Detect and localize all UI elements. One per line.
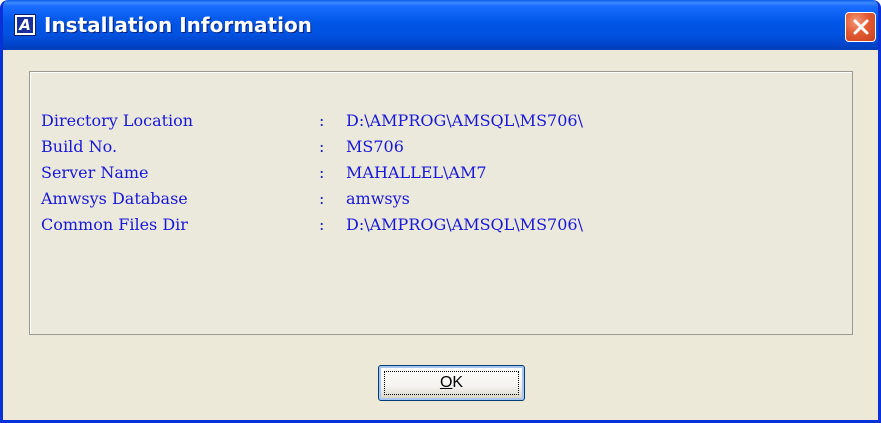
info-row-directory-location: Directory Location : D:\AMPROG\AMSQL\MS7…: [41, 109, 583, 133]
info-separator: :: [319, 111, 325, 130]
close-button[interactable]: [845, 12, 876, 42]
info-value: MS706: [346, 137, 404, 156]
info-value: D:\AMPROG\AMSQL\MS706\: [346, 111, 583, 130]
title-bar[interactable]: A Installation Information: [3, 0, 878, 50]
info-separator: :: [319, 215, 325, 234]
info-row-common-files-dir: Common Files Dir : D:\AMPROG\AMSQL\MS706…: [41, 213, 583, 237]
info-row-amwsys-database: Amwsys Database : amwsys: [41, 187, 410, 211]
info-label: Common Files Dir: [41, 215, 188, 234]
app-icon-letter: A: [17, 17, 33, 33]
info-value: MAHALLEL\AM7: [346, 163, 487, 182]
info-separator: :: [319, 137, 325, 156]
app-icon[interactable]: A: [14, 14, 36, 36]
ok-button[interactable]: OK: [378, 365, 525, 401]
info-label: Build No.: [41, 137, 118, 156]
ok-button-label: OK: [440, 374, 463, 391]
info-row-server-name: Server Name : MAHALLEL\AM7: [41, 161, 487, 185]
info-label: Directory Location: [41, 111, 194, 130]
info-value: amwsys: [346, 189, 410, 208]
info-panel: Directory Location : D:\AMPROG\AMSQL\MS7…: [29, 71, 853, 335]
info-row-build-no: Build No. : MS706: [41, 135, 404, 159]
info-separator: :: [319, 163, 325, 182]
info-separator: :: [319, 189, 325, 208]
info-label: Server Name: [41, 163, 149, 182]
dialog-window: A Installation Information Directory Loc…: [0, 0, 881, 423]
close-icon: [853, 19, 869, 35]
info-label: Amwsys Database: [41, 189, 188, 208]
ok-button-label-rest: K: [452, 374, 464, 391]
window-title: Installation Information: [44, 13, 312, 37]
info-value: D:\AMPROG\AMSQL\MS706\: [346, 215, 583, 234]
ok-button-mnemonic: O: [439, 374, 453, 391]
